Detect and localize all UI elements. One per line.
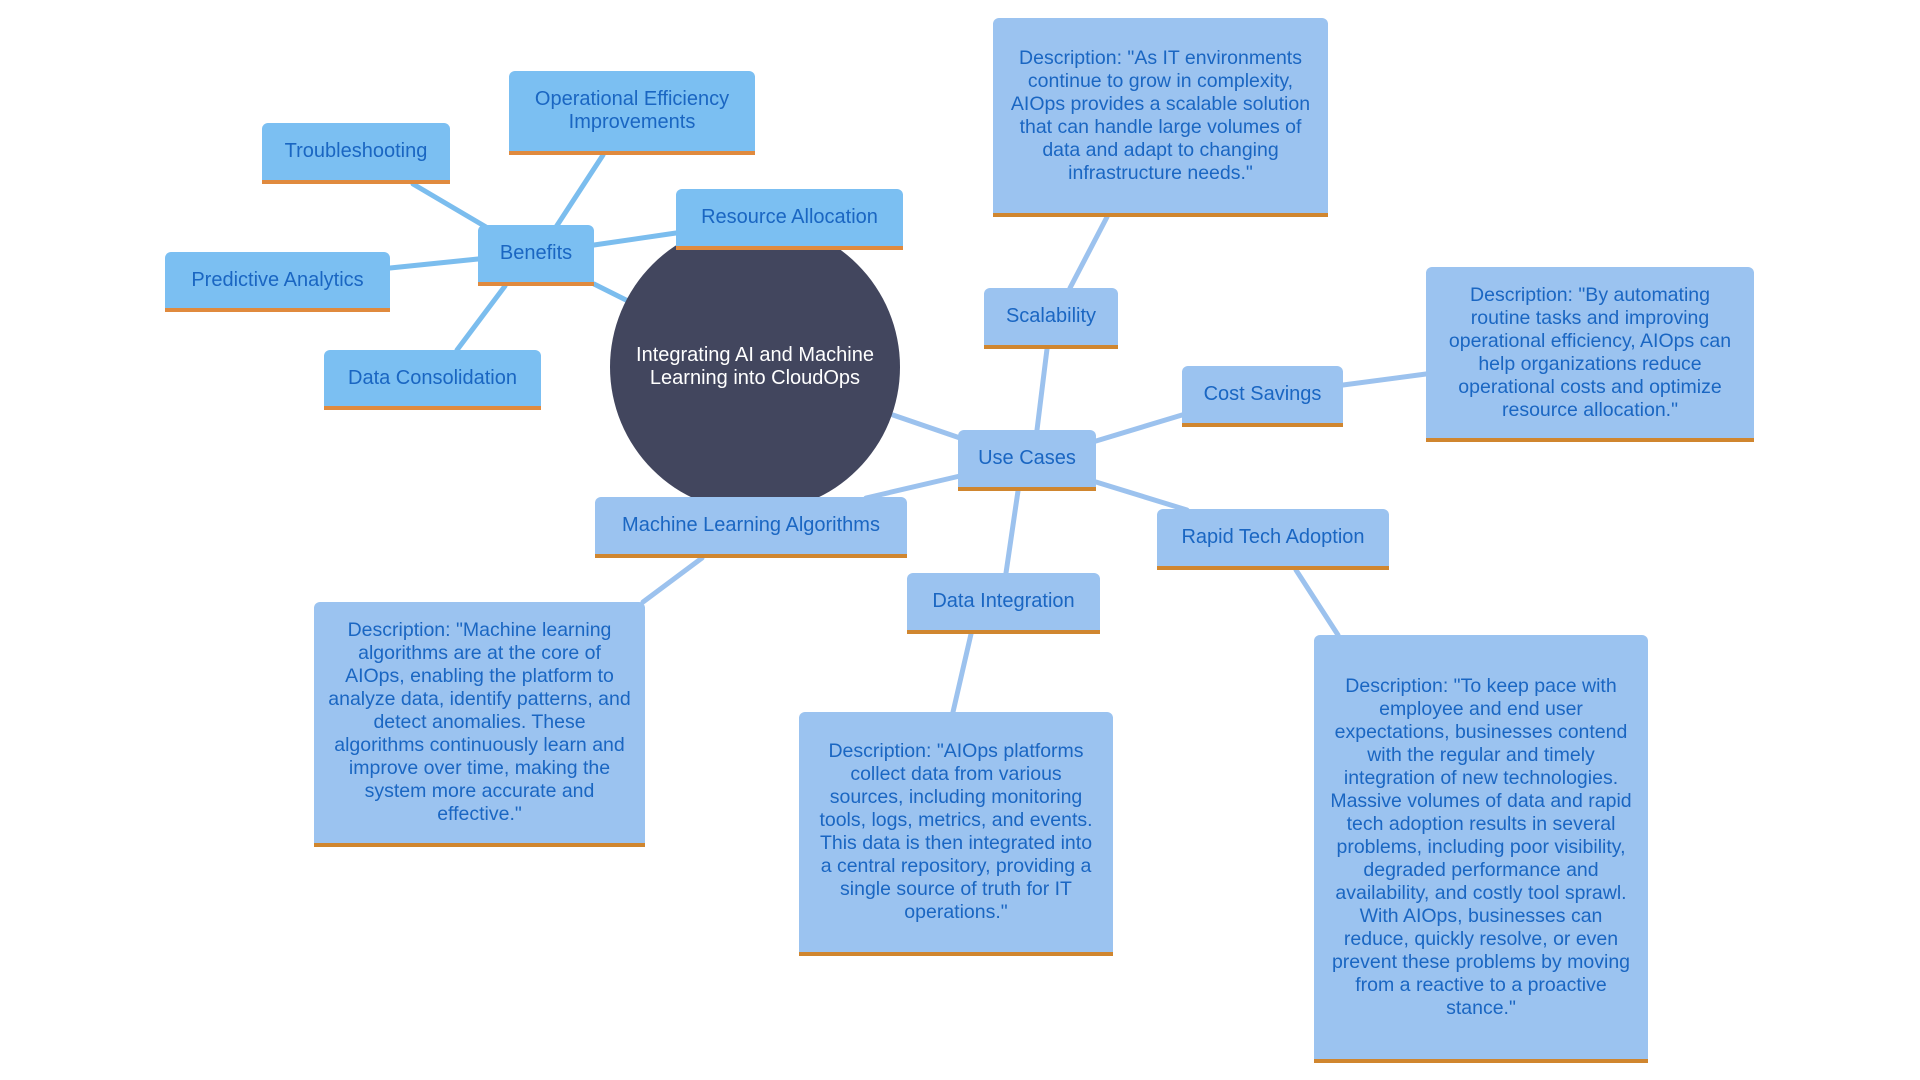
edge-benefits-efficiency xyxy=(553,152,606,230)
edge-usecases-rapid xyxy=(1093,479,1190,513)
central-topic[interactable]: Integrating AI and Machine Learning into… xyxy=(610,222,900,512)
node-use-cases[interactable]: Use Cases xyxy=(958,430,1096,491)
node-machine-learning-algorithms-description[interactable]: Description: "Machine learning algorithm… xyxy=(314,602,645,847)
central-topic-label: Integrating AI and Machine Learning into… xyxy=(636,344,874,389)
node-scalability-label: Scalability xyxy=(1005,305,1097,327)
node-rapid-tech-adoption[interactable]: Rapid Tech Adoption xyxy=(1157,509,1389,570)
node-machine-learning-algorithms-label: Machine Learning Algorithms xyxy=(622,514,880,536)
node-benefits-label: Benefits xyxy=(499,242,573,264)
edge-benefits-predictive xyxy=(387,256,481,271)
edge-usecases-integration xyxy=(1003,488,1021,576)
node-machine-learning-algorithms[interactable]: Machine Learning Algorithms xyxy=(595,497,907,558)
edge-ml-desc xyxy=(640,555,705,605)
node-data-integration-description[interactable]: Description: "AIOps platforms collect da… xyxy=(799,712,1113,956)
edge-usecases-scalability xyxy=(1034,346,1050,433)
edge-rapid-desc xyxy=(1293,567,1341,638)
rapid-tech-adoption-description-text: Description: "To keep pace with employee… xyxy=(1330,674,1632,1019)
edge-benefits-consolidation xyxy=(454,283,508,353)
node-data-consolidation[interactable]: Data Consolidation xyxy=(324,350,541,410)
node-resource-allocation-label: Resource Allocation xyxy=(701,206,878,228)
scalability-description-text: Description: "As IT environments continu… xyxy=(1010,46,1311,184)
node-rapid-tech-adoption-description[interactable]: Description: "To keep pace with employee… xyxy=(1314,635,1648,1063)
node-scalability-description[interactable]: Description: "As IT environments continu… xyxy=(993,18,1328,217)
node-operational-efficiency[interactable]: Operational Efficiency Improvements xyxy=(509,71,755,155)
edge-center-benefits xyxy=(591,281,633,305)
node-scalability[interactable]: Scalability xyxy=(984,288,1118,349)
node-resource-allocation[interactable]: Resource Allocation xyxy=(676,189,903,250)
data-integration-description-text: Description: "AIOps platforms collect da… xyxy=(819,740,1093,923)
node-data-consolidation-label: Data Consolidation xyxy=(348,366,517,389)
node-cost-savings-description[interactable]: Description: "By automating routine task… xyxy=(1426,267,1754,442)
node-data-integration-label: Data Integration xyxy=(932,590,1075,612)
node-cost-savings-label: Cost Savings xyxy=(1203,383,1322,405)
edge-cost-desc xyxy=(1340,371,1429,388)
edge-scalability-desc xyxy=(1067,214,1110,291)
node-predictive-analytics-label: Predictive Analytics xyxy=(191,268,364,291)
node-rapid-tech-adoption-label: Rapid Tech Adoption xyxy=(1181,526,1365,548)
node-operational-efficiency-label: Operational Efficiency Improvements xyxy=(534,88,730,133)
edge-benefits-troubleshooting xyxy=(410,181,489,230)
edge-benefits-resource xyxy=(591,230,679,248)
node-troubleshooting-label: Troubleshooting xyxy=(284,140,428,162)
edge-usecases-ml xyxy=(863,473,963,501)
edge-usecases-cost xyxy=(1093,412,1185,444)
cost-savings-description-text: Description: "By automating routine task… xyxy=(1448,283,1732,421)
node-data-integration[interactable]: Data Integration xyxy=(907,573,1100,634)
edge-integration-desc xyxy=(950,631,974,715)
node-benefits[interactable]: Benefits xyxy=(478,225,594,286)
node-use-cases-label: Use Cases xyxy=(978,447,1076,469)
node-cost-savings[interactable]: Cost Savings xyxy=(1182,366,1343,427)
machine-learning-description-text: Description: "Machine learning algorithm… xyxy=(328,619,631,825)
node-predictive-analytics[interactable]: Predictive Analytics xyxy=(165,252,390,312)
node-troubleshooting[interactable]: Troubleshooting xyxy=(262,123,450,184)
edge-center-use-cases xyxy=(890,412,963,441)
